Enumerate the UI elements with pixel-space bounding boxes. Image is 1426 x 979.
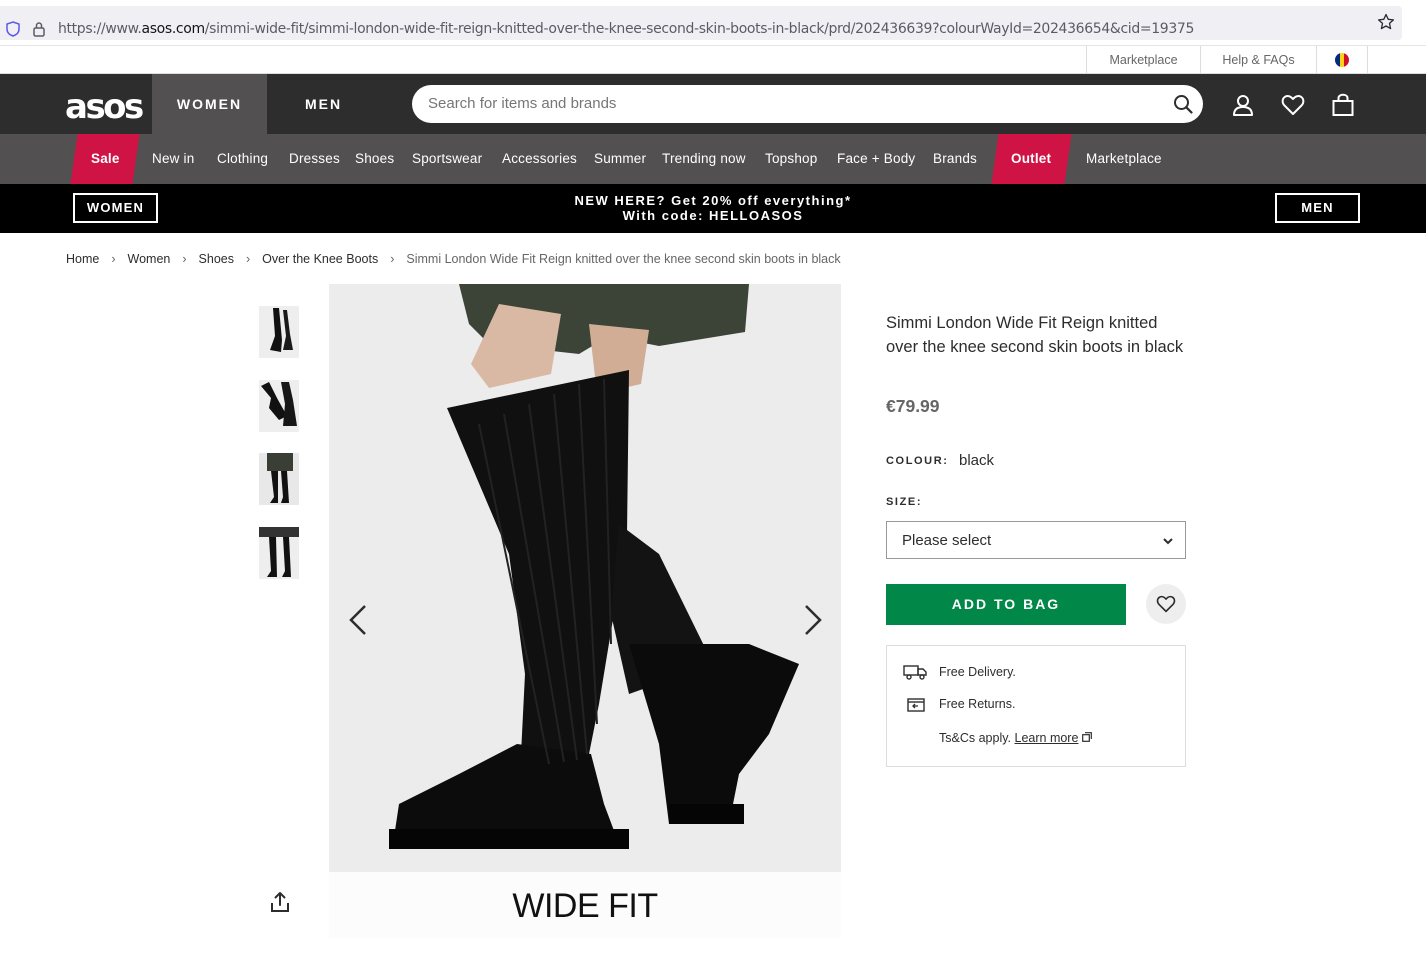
nav-summer[interactable]: Summer xyxy=(594,134,646,184)
free-returns-text: Free Returns. xyxy=(939,697,1016,711)
breadcrumb-separator: › xyxy=(111,252,116,266)
category-nav: Sale New in Clothing Dresses Shoes Sport… xyxy=(0,134,1426,184)
delivery-truck-icon xyxy=(903,665,927,680)
boots-illustration xyxy=(329,284,841,938)
colour-label: COLOUR: xyxy=(886,455,949,467)
nav-brands[interactable]: Brands xyxy=(933,134,977,184)
next-image-arrow-icon[interactable] xyxy=(802,603,824,637)
url-field[interactable]: https://www.asos.com/simmi-wide-fit/simm… xyxy=(0,6,1402,40)
learn-more-link[interactable]: Learn more xyxy=(1015,731,1079,745)
breadcrumb-over-the-knee-boots[interactable]: Over the Knee Boots xyxy=(262,252,378,266)
utility-bar: Marketplace Help & FAQs xyxy=(0,46,1426,74)
tab-women[interactable]: WOMEN xyxy=(152,74,267,134)
breadcrumb-separator: › xyxy=(182,252,187,266)
tab-men[interactable]: MEN xyxy=(267,74,380,134)
size-label: SIZE: xyxy=(886,496,923,508)
asos-logo[interactable]: asos xyxy=(65,87,144,127)
account-icon[interactable] xyxy=(1231,93,1255,117)
nav-sale[interactable]: Sale xyxy=(70,134,140,184)
colour-value: black xyxy=(959,452,995,469)
product-price: €79.99 xyxy=(886,396,940,416)
thumbnail-image-4[interactable] xyxy=(259,527,299,579)
nav-sportswear[interactable]: Sportswear xyxy=(412,134,482,184)
previous-image-arrow-icon[interactable] xyxy=(347,603,369,637)
chevron-down-icon xyxy=(1163,538,1173,545)
thumbnail-image-3[interactable] xyxy=(259,453,299,505)
promo-men-button[interactable]: MEN xyxy=(1275,193,1360,223)
image-caption: WIDE FIT xyxy=(512,887,658,925)
breadcrumb-current: Simmi London Wide Fit Reign knitted over… xyxy=(406,252,841,266)
terms-text: Ts&Cs apply. Learn more xyxy=(939,731,1092,745)
breadcrumb-separator: › xyxy=(245,252,251,266)
product-title: Simmi London Wide Fit Reign knitted over… xyxy=(886,314,1184,356)
nav-shoes[interactable]: Shoes xyxy=(355,134,394,184)
nav-marketplace[interactable]: Marketplace xyxy=(1086,134,1162,184)
lock-icon[interactable] xyxy=(32,21,46,37)
nav-trending-now[interactable]: Trending now xyxy=(662,134,746,184)
nav-topshop[interactable]: Topshop xyxy=(765,134,817,184)
site-header: asos WOMEN MEN Search for items and bran… xyxy=(0,74,1426,134)
bag-icon[interactable] xyxy=(1331,93,1355,117)
search-icon[interactable] xyxy=(1173,94,1193,114)
search-input[interactable]: Search for items and brands xyxy=(412,85,1203,123)
share-icon[interactable] xyxy=(269,891,291,913)
free-delivery-text: Free Delivery. xyxy=(939,665,1016,679)
external-link-icon xyxy=(1082,732,1092,742)
breadcrumb-shoes[interactable]: Shoes xyxy=(199,252,234,266)
size-select-value: Please select xyxy=(902,532,992,549)
search-placeholder: Search for items and brands xyxy=(428,95,617,112)
url-text[interactable]: https://www.asos.com/simmi-wide-fit/simm… xyxy=(58,21,1194,37)
romania-flag-icon[interactable] xyxy=(1335,53,1349,67)
breadcrumb-women[interactable]: Women xyxy=(128,252,171,266)
nav-accessories[interactable]: Accessories xyxy=(502,134,577,184)
delivery-info-box: Free Delivery. Free Returns. Ts&Cs apply… xyxy=(886,645,1186,767)
terms-label: Ts&Cs apply. xyxy=(939,731,1012,745)
save-for-later-button[interactable] xyxy=(1146,584,1186,624)
nav-new-in[interactable]: New in xyxy=(152,134,194,184)
nav-clothing[interactable]: Clothing xyxy=(217,134,268,184)
saved-items-heart-icon[interactable] xyxy=(1281,93,1305,117)
thumbnail-image-2[interactable] xyxy=(259,380,299,432)
add-to-bag-button[interactable]: ADD TO BAG xyxy=(886,584,1126,625)
marketplace-link[interactable]: Marketplace xyxy=(1086,46,1200,74)
promo-banner[interactable]: NEW HERE? Get 20% off everything* With c… xyxy=(0,184,1426,233)
help-faqs-link[interactable]: Help & FAQs xyxy=(1200,46,1316,74)
main-product-image[interactable]: WIDE FIT xyxy=(329,284,841,938)
size-select[interactable]: Please select xyxy=(886,521,1186,559)
heart-icon xyxy=(1156,595,1176,613)
breadcrumb: Home › Women › Shoes › Over the Knee Boots › Sim… xyxy=(66,252,841,266)
nav-face-body[interactable]: Face + Body xyxy=(837,134,915,184)
browser-address-bar: https://www.asos.com/simmi-wide-fit/simm… xyxy=(0,0,1426,46)
breadcrumb-separator: › xyxy=(390,252,395,266)
bookmark-star-icon[interactable] xyxy=(1377,13,1395,31)
promo-women-button[interactable]: WOMEN xyxy=(73,193,158,223)
breadcrumb-home[interactable]: Home xyxy=(66,252,99,266)
shield-icon[interactable] xyxy=(6,21,20,37)
returns-icon xyxy=(907,698,925,712)
nav-outlet[interactable]: Outlet xyxy=(991,134,1072,184)
promo-text: NEW HERE? Get 20% off everything* With c… xyxy=(574,193,852,223)
thumbnail-image-1[interactable] xyxy=(259,306,299,358)
nav-dresses[interactable]: Dresses xyxy=(289,134,340,184)
